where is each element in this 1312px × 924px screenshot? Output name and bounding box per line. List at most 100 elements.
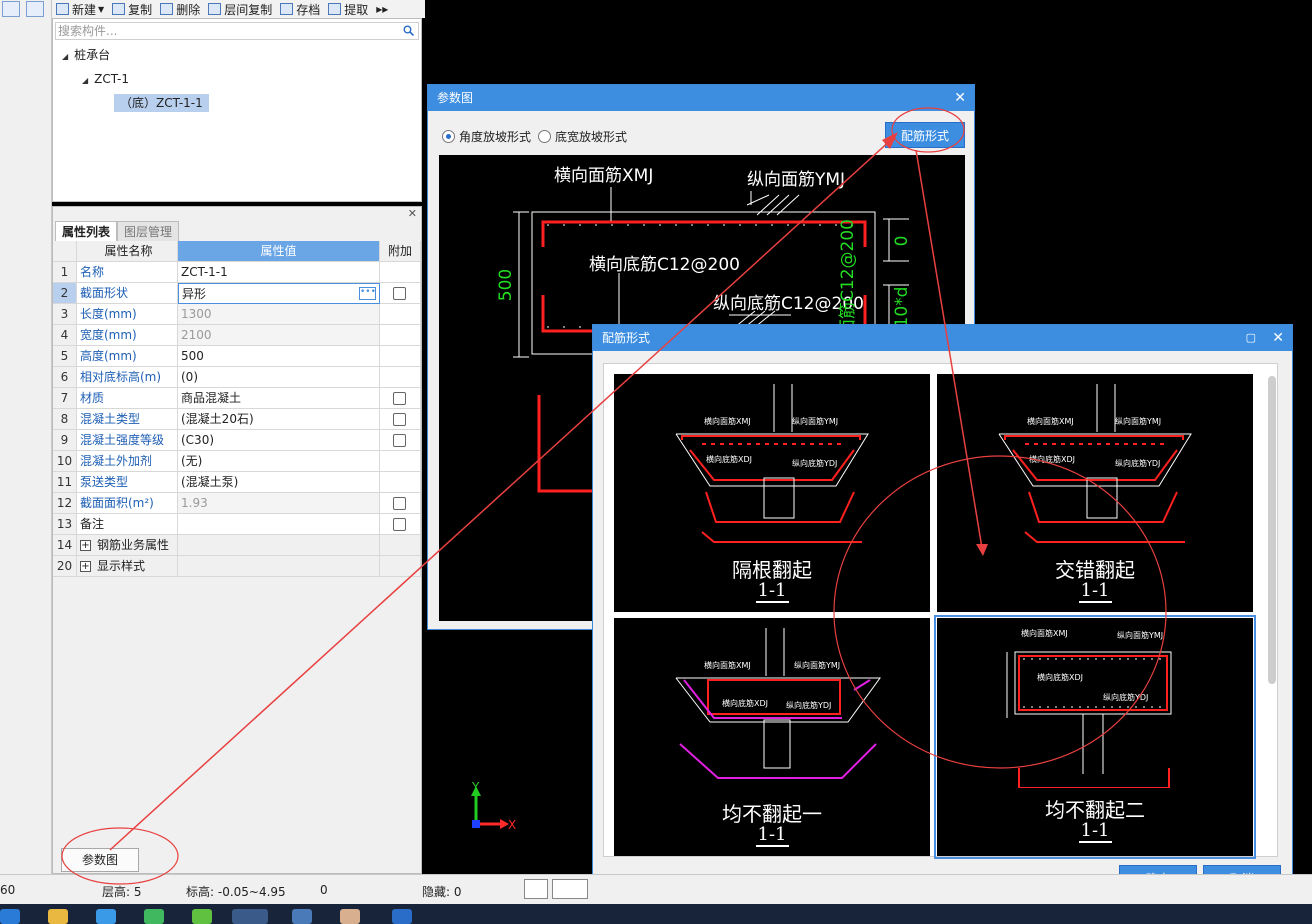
value-cell[interactable]: (无) xyxy=(178,451,380,472)
ortho-toggle-icon[interactable] xyxy=(524,879,548,899)
collapse-triangle-icon[interactable]: ◢ xyxy=(62,48,68,66)
tree-node-zct-1[interactable]: ◢ ZCT-1 xyxy=(82,70,129,88)
extra-checkbox[interactable] xyxy=(393,413,406,426)
axis-indicator: Y X xyxy=(471,780,516,832)
floor-copy-icon xyxy=(208,3,222,15)
rebar-option-alternate-bend[interactable]: 横向面筋XMJ 纵向面筋YMJ 横向底筋XDJ 纵向底筋YDJ 隔根翻起 1-1 xyxy=(614,374,930,612)
app-icon[interactable] xyxy=(392,909,412,924)
table-row[interactable]: 8 混凝土类型 (混凝土20石) xyxy=(53,409,421,430)
svg-text:纵向底筋YDJ: 纵向底筋YDJ xyxy=(792,458,837,468)
property-panel: ✕ 属性列表 图层管理 属性名称 属性值 附加 1 名称 ZCT-1-1 2 截… xyxy=(52,206,422,874)
folder-icon[interactable] xyxy=(48,909,68,924)
table-row[interactable]: 20 + 显示样式 xyxy=(53,556,421,577)
table-row[interactable]: 6 相对底标高(m) (0) xyxy=(53,367,421,388)
table-row[interactable]: 1 名称 ZCT-1-1 xyxy=(53,262,421,283)
extract-button[interactable]: 提取 xyxy=(324,0,372,18)
svg-text:纵向底筋YDJ: 纵向底筋YDJ xyxy=(1115,458,1160,468)
scrollbar[interactable] xyxy=(1268,376,1276,684)
header-value: 属性值 xyxy=(178,241,380,262)
table-row[interactable]: 14 + 钢筋业务属性 xyxy=(53,535,421,556)
value-cell[interactable]: 异形 ••• xyxy=(178,283,380,304)
table-row[interactable]: 13 备注 xyxy=(53,514,421,535)
app-icon[interactable] xyxy=(292,909,312,924)
radio-angle-slope[interactable]: 角度放坡形式 xyxy=(442,128,531,145)
value-cell[interactable]: (混凝土20石) xyxy=(178,409,380,430)
media-icon[interactable] xyxy=(144,909,164,924)
value-cell: 1300 xyxy=(178,304,380,325)
new-button[interactable]: 新建 ▼ xyxy=(52,0,108,18)
expand-plus-icon[interactable]: + xyxy=(80,561,91,572)
collapse-triangle-icon[interactable]: ◢ xyxy=(82,72,88,90)
value-cell[interactable]: (C30) xyxy=(178,430,380,451)
table-row[interactable]: 5 高度(mm) 500 xyxy=(53,346,421,367)
svg-text:纵向面筋YMJ: 纵向面筋YMJ xyxy=(1115,416,1161,426)
extra-checkbox[interactable] xyxy=(393,287,406,300)
extra-checkbox[interactable] xyxy=(393,392,406,405)
table-row[interactable]: 10 混凝土外加剂 (无) xyxy=(53,451,421,472)
browser-icon[interactable] xyxy=(96,909,116,924)
table-row[interactable]: 7 材质 商品混凝土 xyxy=(53,388,421,409)
snap-mode-dropdown[interactable] xyxy=(552,879,588,899)
table-row[interactable]: 9 混凝土强度等级 (C30) xyxy=(53,430,421,451)
detail-view-icon[interactable] xyxy=(26,1,44,17)
close-icon[interactable]: ✕ xyxy=(1272,325,1284,351)
wechat-icon[interactable] xyxy=(192,909,212,924)
more-button[interactable]: ▸▸ xyxy=(372,0,392,18)
search-input[interactable]: 搜索构件... xyxy=(55,22,419,40)
status-left-number: 60 xyxy=(0,883,16,897)
rebar-form-button[interactable]: 配筋形式 xyxy=(885,122,965,148)
component-toolbar: 新建 ▼ 复制 删除 层间复制 存档 提取 ▸▸ xyxy=(52,0,425,18)
svg-text:横向底筋XDJ: 横向底筋XDJ xyxy=(706,454,752,464)
cap-section-drawing: 横向面筋XMJ 纵向面筋YMJ 横向底筋XDJ 纵向底筋YDJ xyxy=(998,384,1192,543)
table-row[interactable]: 2 截面形状 异形 ••• xyxy=(53,283,421,304)
rebar-option-no-bend-1[interactable]: 横向面筋XMJ 纵向面筋YMJ 横向底筋XDJ 纵向底筋YDJ 均不翻起一 1-… xyxy=(614,618,930,856)
radio-width-slope[interactable]: 底宽放坡形式 xyxy=(538,128,627,145)
close-icon[interactable]: ✕ xyxy=(954,85,966,111)
radio-icon xyxy=(538,130,551,143)
dialog-title: 参数图 xyxy=(428,85,974,111)
value-cell[interactable]: 商品混凝土 xyxy=(178,388,380,409)
rebar-form-dialog: 配筋形式 ▢ ✕ 横向面筋XMJ 纵向面筋YMJ 横向底筋XDJ 纵向底筋YDJ… xyxy=(592,324,1293,904)
list-view-icon[interactable] xyxy=(2,1,20,17)
tab-property-list[interactable]: 属性列表 xyxy=(55,221,118,241)
edge-icon[interactable] xyxy=(0,909,20,924)
value-cell: 1.93 xyxy=(178,493,380,514)
floor-copy-button[interactable]: 层间复制 xyxy=(204,0,276,18)
header-name: 属性名称 xyxy=(77,241,178,262)
close-icon[interactable]: ✕ xyxy=(408,207,417,220)
table-header: 属性名称 属性值 附加 xyxy=(53,241,421,262)
table-row[interactable]: 12 截面面积(m²) 1.93 xyxy=(53,493,421,514)
rebar-option-staggered-bend[interactable]: 横向面筋XMJ 纵向面筋YMJ 横向底筋XDJ 纵向底筋YDJ 交错翻起 1-1 xyxy=(937,374,1253,612)
value-cell[interactable] xyxy=(178,514,380,535)
archive-button[interactable]: 存档 xyxy=(276,0,324,18)
left-toolstrip xyxy=(0,0,52,874)
table-row[interactable]: 11 泵送类型 (混凝土泵) xyxy=(53,472,421,493)
tree-node-pile-cap[interactable]: ◢ 桩承台 xyxy=(62,46,110,64)
cap-section-drawing: 横向面筋XMJ 纵向面筋YMJ 横向底筋XDJ 纵向底筋YDJ xyxy=(675,628,881,779)
param-diagram-button[interactable]: 参数图 xyxy=(61,848,139,872)
svg-text:横向面筋XMJ: 横向面筋XMJ xyxy=(704,416,751,426)
avatar-icon[interactable] xyxy=(340,909,360,924)
table-row[interactable]: 3 长度(mm) 1300 xyxy=(53,304,421,325)
value-cell[interactable]: ZCT-1-1 xyxy=(178,262,380,283)
extra-checkbox[interactable] xyxy=(393,497,406,510)
tree-node-zct-1-1[interactable]: （底）ZCT-1-1 xyxy=(114,94,209,112)
value-cell[interactable]: 500 xyxy=(178,346,380,367)
ellipsis-button[interactable]: ••• xyxy=(359,287,376,300)
table-row[interactable]: 4 宽度(mm) 2100 xyxy=(53,325,421,346)
tab-layer-management[interactable]: 图层管理 xyxy=(117,221,180,241)
value-cell[interactable]: (0) xyxy=(178,367,380,388)
extra-checkbox[interactable] xyxy=(393,434,406,447)
expand-plus-icon[interactable]: + xyxy=(80,540,91,551)
new-icon xyxy=(56,3,69,15)
value-cell[interactable]: (混凝土泵) xyxy=(178,472,380,493)
search-icon[interactable] xyxy=(403,25,414,36)
delete-button[interactable]: 删除 xyxy=(156,0,204,18)
svg-text:横向底筋XDJ: 横向底筋XDJ xyxy=(1029,454,1075,464)
extra-checkbox[interactable] xyxy=(393,518,406,531)
copy-button[interactable]: 复制 xyxy=(108,0,156,18)
app-icon[interactable] xyxy=(232,909,268,924)
maximize-icon[interactable]: ▢ xyxy=(1246,325,1256,351)
svg-text:纵向面筋YMJ: 纵向面筋YMJ xyxy=(794,660,840,670)
rebar-option-no-bend-2[interactable]: 横向面筋XMJ 纵向面筋YMJ 横向底筋XDJ 纵向底筋YDJ 均不翻起二 1-… xyxy=(934,615,1256,859)
